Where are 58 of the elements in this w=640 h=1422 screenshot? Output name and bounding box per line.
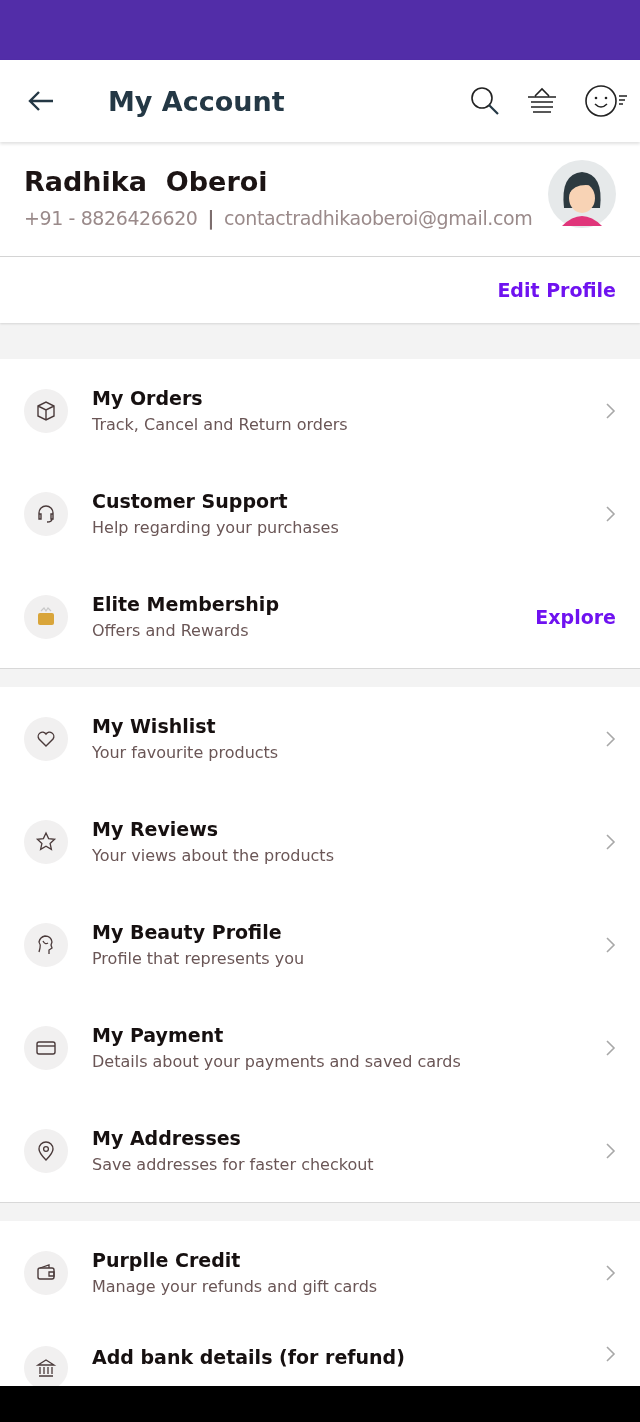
avatar-icon[interactable] xyxy=(548,160,616,228)
card-icon xyxy=(24,1025,68,1070)
item-subtitle: Your views about the products xyxy=(92,846,335,865)
user-name: Radhika Oberoi xyxy=(24,166,268,197)
item-title: Elite Membership xyxy=(92,593,280,615)
item-subtitle: Your favourite products xyxy=(92,743,280,762)
item-subtitle: Help regarding your purchases xyxy=(92,518,340,537)
menu-item[interactable]: Add bank details (for refund) xyxy=(0,1324,640,1386)
chevron-right-icon xyxy=(606,1346,616,1362)
item-subtitle: Profile that represents you xyxy=(92,949,306,968)
location-pin-icon xyxy=(24,1128,68,1173)
item-title: My Payment xyxy=(92,1024,225,1046)
menu-item[interactable]: Elite Membership Offers and Rewards Explore xyxy=(0,565,640,668)
menu-item[interactable]: My Orders Track, Cancel and Return orders xyxy=(0,359,640,462)
chevron-right-icon xyxy=(606,833,616,850)
item-title: Add bank details (for refund) xyxy=(92,1346,406,1368)
back-arrow-icon[interactable] xyxy=(28,90,54,112)
chevron-right-icon xyxy=(606,1039,616,1056)
item-title: Customer Support xyxy=(92,490,289,512)
menu-item[interactable]: My Reviews Your views about the products xyxy=(0,790,640,893)
menu-item[interactable]: Customer Support Help regarding your purchases xyxy=(0,462,640,565)
chevron-right-icon xyxy=(606,936,616,953)
phone-number: +91 - 8826426620 xyxy=(24,207,198,229)
item-subtitle: Save addresses for faster checkout xyxy=(92,1155,375,1174)
item-title: My Wishlist xyxy=(92,715,217,737)
item-title: My Orders xyxy=(92,387,204,409)
gift-icon xyxy=(24,594,68,639)
explore-link[interactable]: Explore xyxy=(535,605,616,628)
chevron-right-icon xyxy=(606,1142,616,1159)
item-title: My Reviews xyxy=(92,818,220,840)
menu-item[interactable]: Purplle Credit Manage your refunds and gift cards xyxy=(0,1221,640,1324)
search-icon[interactable] xyxy=(470,86,500,116)
menu-item[interactable]: My Beauty Profile Profile that represents you xyxy=(0,893,640,996)
chevron-right-icon xyxy=(606,1264,616,1281)
item-subtitle: Offers and Rewards xyxy=(92,621,250,640)
wallet-icon xyxy=(24,1250,68,1295)
item-title: My Addresses xyxy=(92,1127,242,1149)
stacked-lines-icon[interactable] xyxy=(526,87,558,115)
chevron-right-icon xyxy=(606,505,616,522)
bank-icon xyxy=(24,1346,68,1386)
separator: | xyxy=(207,207,215,229)
item-title: My Beauty Profile xyxy=(92,921,283,943)
chevron-right-icon xyxy=(606,402,616,419)
item-subtitle: Track, Cancel and Return orders xyxy=(92,415,349,434)
email-address: contactradhikaoberoi@gmail.com xyxy=(224,207,533,229)
item-subtitle: Manage your refunds and gift cards xyxy=(92,1277,379,1296)
page-title: My Account xyxy=(108,85,286,117)
item-subtitle: Details about your payments and saved cards xyxy=(92,1052,462,1071)
menu-item[interactable]: My Payment Details about your payments and saved cards xyxy=(0,996,640,1099)
headset-icon xyxy=(24,491,68,536)
smiley-icon[interactable] xyxy=(584,84,628,118)
edit-profile-link[interactable]: Edit Profile xyxy=(497,279,616,301)
menu-item[interactable]: My Addresses Save addresses for faster checkout xyxy=(0,1099,640,1202)
menu-item[interactable]: My Wishlist Your favourite products xyxy=(0,687,640,790)
box-icon xyxy=(24,388,68,433)
item-title: Purplle Credit xyxy=(92,1249,242,1271)
chevron-right-icon xyxy=(606,730,616,747)
face-profile-icon xyxy=(24,922,68,967)
